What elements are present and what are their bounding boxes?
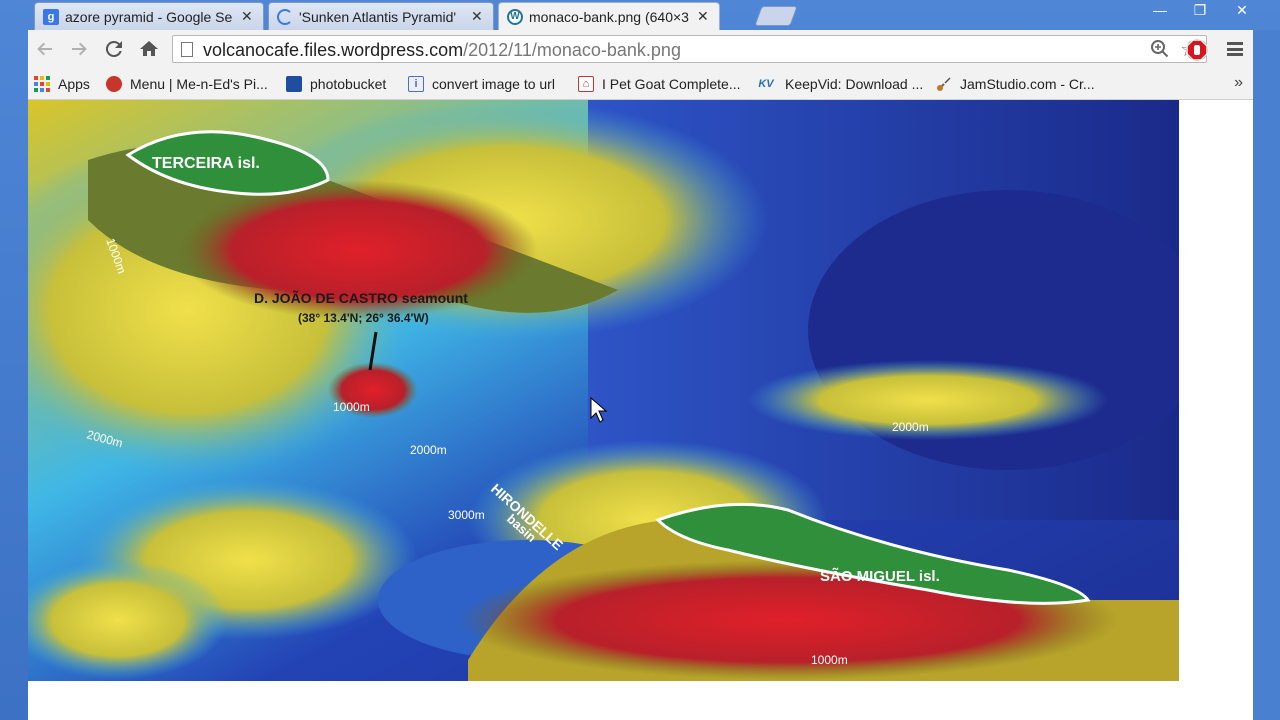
- tab-google-search[interactable]: g azore pyramid - Google Se ✕: [34, 2, 264, 30]
- back-arrow-icon: [37, 42, 52, 56]
- document-icon: i: [408, 76, 424, 92]
- bookmark-menu[interactable]: Menu | Me-n-Ed's Pi...: [106, 74, 268, 94]
- url-path: /2012/11/monaco-bank.png: [463, 40, 681, 60]
- chrome-menu-icon[interactable]: [1226, 40, 1244, 58]
- bookmark-keepvid[interactable]: KV KeepVid: Download ...: [755, 74, 923, 94]
- bookmark-convert-image[interactable]: i convert image to url: [408, 74, 555, 94]
- bookmark-label: Menu | Me-n-Ed's Pi...: [130, 76, 268, 92]
- depth-label: 2000m: [410, 443, 447, 457]
- zoom-icon[interactable]: [1150, 39, 1170, 64]
- depth-label: 1000m: [333, 400, 370, 414]
- window-right-border: [1253, 30, 1280, 720]
- page-icon: [181, 42, 193, 57]
- bookmark-label: I Pet Goat Complete...: [602, 76, 741, 92]
- bookmark-apps[interactable]: Apps: [34, 74, 90, 94]
- map-label-coords: (38° 13.4'N; 26° 36.4'W): [298, 311, 429, 325]
- tab-sunken-atlantis[interactable]: 'Sunken Atlantis Pyramid' ✕: [268, 2, 494, 30]
- depth-label: 2000m: [892, 420, 929, 434]
- bookmark-pet-goat[interactable]: ⌂ I Pet Goat Complete...: [578, 74, 741, 94]
- bathymetry-image: TERCEIRA isl. D. JOÃO DE CASTRO seamount…: [28, 100, 1179, 681]
- bookmark-photobucket[interactable]: photobucket: [286, 74, 386, 94]
- guitar-icon: [936, 76, 952, 92]
- close-icon[interactable]: ✕: [471, 8, 485, 25]
- tab-strip: g azore pyramid - Google Se ✕ 'Sunken At…: [28, 0, 1280, 30]
- bookmark-label: photobucket: [310, 76, 387, 92]
- depth-label: 3000m: [448, 508, 485, 522]
- reload-icon: [105, 40, 122, 57]
- loading-icon: [277, 8, 293, 25]
- wordpress-icon: W: [507, 8, 523, 25]
- pdf-icon: ⌂: [578, 76, 594, 92]
- reload-button[interactable]: [103, 38, 125, 60]
- browser-toolbar: volcanocafe.files.wordpress.com/2012/11/…: [28, 30, 1253, 68]
- restaurant-icon: [106, 76, 122, 92]
- adblock-extension-icon[interactable]: [1186, 39, 1208, 61]
- apps-grid-icon: [34, 76, 50, 92]
- address-url[interactable]: volcanocafe.files.wordpress.com/2012/11/…: [203, 40, 681, 61]
- depth-label: 1000m: [811, 653, 848, 667]
- tab-title: monaco-bank.png (640×3: [529, 8, 689, 25]
- back-button[interactable]: [34, 38, 56, 60]
- bookmark-jamstudio[interactable]: JamStudio.com - Cr...: [936, 74, 1095, 94]
- restore-button[interactable]: ❐: [1180, 0, 1220, 20]
- window-controls: — ❐ ✕: [1140, 0, 1264, 20]
- new-tab-button[interactable]: [754, 6, 798, 26]
- forward-button[interactable]: [68, 38, 90, 60]
- bookmarks-overflow-button[interactable]: »: [1234, 74, 1243, 92]
- close-icon[interactable]: ✕: [241, 8, 255, 25]
- tab-monaco-bank[interactable]: W monaco-bank.png (640×3 ✕: [498, 2, 720, 30]
- bookmark-label: convert image to url: [432, 76, 555, 92]
- google-icon: g: [43, 8, 59, 25]
- url-host: volcanocafe.files.wordpress.com: [203, 40, 464, 60]
- home-icon: [140, 41, 158, 56]
- map-label-sao-miguel: SÃO MIGUEL isl.: [820, 567, 940, 585]
- forward-arrow-icon: [72, 42, 87, 56]
- tab-title: azore pyramid - Google Se: [65, 8, 233, 25]
- minimize-button[interactable]: —: [1140, 0, 1180, 20]
- map-label-castro: D. JOÃO DE CASTRO seamount: [254, 289, 468, 306]
- close-window-button[interactable]: ✕: [1220, 0, 1264, 20]
- bookmark-label: Apps: [58, 76, 90, 92]
- tab-title: 'Sunken Atlantis Pyramid': [299, 8, 457, 25]
- bookmarks-bar: Apps Menu | Me-n-Ed's Pi... photobucket …: [28, 68, 1253, 100]
- photobucket-icon: [286, 76, 302, 92]
- page-viewport: TERCEIRA isl. D. JOÃO DE CASTRO seamount…: [28, 100, 1253, 720]
- keepvid-icon: KV: [758, 78, 774, 90]
- bookmark-label: KeepVid: Download ...: [785, 76, 924, 92]
- close-icon[interactable]: ✕: [697, 8, 711, 25]
- home-button[interactable]: [138, 38, 160, 60]
- bookmark-label: JamStudio.com - Cr...: [960, 76, 1095, 92]
- address-bar[interactable]: volcanocafe.files.wordpress.com/2012/11/…: [172, 35, 1207, 63]
- map-label-terceira: TERCEIRA isl.: [152, 155, 260, 172]
